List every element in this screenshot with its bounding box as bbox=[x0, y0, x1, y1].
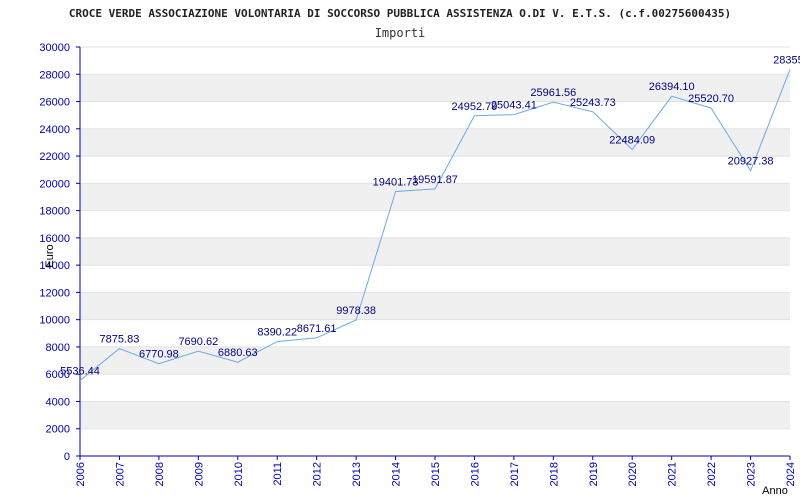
y-tick-label: 30000 bbox=[39, 42, 70, 54]
y-tick-label: 20000 bbox=[39, 178, 70, 190]
data-label: 9978.38 bbox=[336, 305, 376, 317]
y-tick-label: 4000 bbox=[46, 396, 70, 408]
grid-band bbox=[80, 183, 790, 211]
y-tick-label: 0 bbox=[64, 451, 70, 463]
x-tick-label: 2006 bbox=[75, 462, 87, 486]
data-label: 7875.83 bbox=[100, 334, 140, 346]
grid-bands bbox=[80, 74, 790, 429]
x-tick-label: 2012 bbox=[312, 462, 324, 486]
series-importi bbox=[79, 69, 791, 381]
data-labels: 5536.44 7875.83 6770.987690.626880.63 8390.… bbox=[60, 54, 800, 377]
x-axis-label: Anno bbox=[762, 485, 788, 497]
data-label: 25520.70 bbox=[688, 93, 734, 105]
x-tick-label: 2019 bbox=[588, 462, 600, 486]
data-label: 28355. bbox=[773, 54, 800, 66]
data-label: 25243.73 bbox=[570, 97, 616, 109]
x-tick-label: 2016 bbox=[469, 462, 481, 486]
data-label: 8671.61 bbox=[297, 323, 337, 335]
x-tick-label: 2011 bbox=[272, 462, 284, 486]
x-tick-label: 2009 bbox=[193, 462, 205, 486]
x-tick-label: 2008 bbox=[154, 462, 166, 486]
data-label: 19591.87 bbox=[412, 174, 458, 186]
data-label: 6770.98 bbox=[139, 349, 179, 361]
y-axis-label: Euro bbox=[44, 244, 56, 267]
y-tick-label: 8000 bbox=[46, 342, 70, 354]
data-label: 6880.63 bbox=[218, 347, 258, 359]
chart-title: CROCE VERDE ASSOCIAZIONE VOLONTARIA DI S… bbox=[69, 7, 731, 20]
x-tick-label: 2018 bbox=[548, 462, 560, 486]
x-tick-label: 2023 bbox=[746, 462, 758, 486]
x-tick-label: 2020 bbox=[627, 462, 639, 486]
grid-band bbox=[80, 346, 790, 375]
data-label: 7690.62 bbox=[178, 336, 218, 348]
data-label: 5536.44 bbox=[60, 366, 100, 378]
data-label: 25043.41 bbox=[491, 100, 537, 112]
x-tick-label: 2007 bbox=[114, 462, 126, 486]
y-tick-label: 28000 bbox=[39, 69, 70, 81]
x-tick-label: 2010 bbox=[233, 462, 245, 486]
series-line bbox=[79, 69, 791, 381]
x-tick-label: 2024 bbox=[785, 462, 797, 486]
data-label: 22484.09 bbox=[609, 134, 655, 146]
y-tick-label: 24000 bbox=[39, 124, 70, 136]
y-tick-label: 18000 bbox=[39, 206, 70, 218]
chart-subtitle: Importi bbox=[375, 26, 426, 40]
grid-band bbox=[80, 401, 790, 429]
x-tick-label: 2017 bbox=[509, 462, 521, 486]
x-tick-label: 2015 bbox=[430, 462, 442, 486]
data-label: 20927.38 bbox=[728, 156, 774, 168]
y-tick-label: 2000 bbox=[46, 424, 70, 436]
x-axis: 2006 2007 2008 2009 2010 2011 2012 2013 2014 2015… bbox=[75, 455, 797, 486]
y-tick-label: 22000 bbox=[39, 151, 70, 163]
y-tick-label: 10000 bbox=[39, 315, 70, 327]
grid-band bbox=[80, 292, 790, 320]
x-tick-label: 2014 bbox=[391, 462, 403, 486]
data-label: 26394.10 bbox=[649, 81, 695, 93]
data-label: 8390.22 bbox=[257, 327, 297, 339]
y-tick-label: 12000 bbox=[39, 287, 70, 299]
x-tick-label: 2022 bbox=[706, 462, 718, 486]
y-tick-label: 26000 bbox=[39, 97, 70, 109]
y-tick-label: 16000 bbox=[39, 233, 70, 245]
line-chart: CROCE VERDE ASSOCIAZIONE VOLONTARIA DI S… bbox=[39, 7, 800, 497]
x-tick-label: 2021 bbox=[667, 462, 679, 486]
grid-band bbox=[80, 128, 790, 157]
grid-band bbox=[80, 237, 790, 266]
x-tick-label: 2013 bbox=[351, 462, 363, 486]
